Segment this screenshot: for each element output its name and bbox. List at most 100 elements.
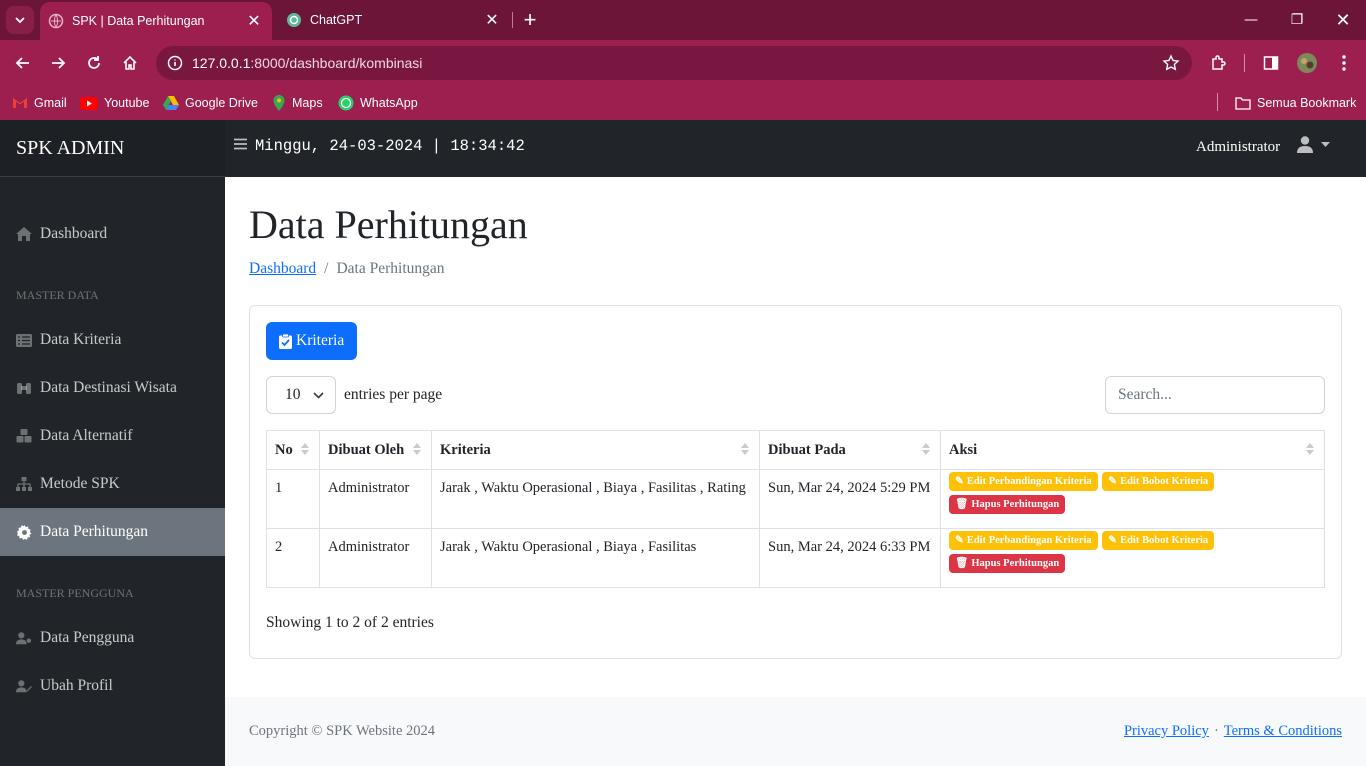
column-header-kriteria[interactable]: Kriteria bbox=[431, 430, 760, 470]
extensions-icon[interactable] bbox=[1203, 48, 1233, 78]
bookmark-label: WhatsApp bbox=[360, 96, 418, 110]
datetime-text: Minggu, 24-03-2024 | 18:34:42 bbox=[255, 137, 525, 155]
brand-logo[interactable]: SPK ADMIN bbox=[0, 120, 225, 177]
google-drive-icon bbox=[163, 96, 179, 110]
site-info-icon[interactable] bbox=[158, 46, 192, 80]
cubes-icon bbox=[16, 429, 32, 443]
sidebar-item-label: Data Kriteria bbox=[40, 331, 122, 348]
edit-icon: ✎ bbox=[1108, 476, 1118, 487]
user-icon bbox=[1297, 136, 1313, 153]
side-panel-icon[interactable] bbox=[1256, 48, 1286, 78]
copyright-text: Copyright © SPK Website 2024 bbox=[249, 723, 436, 739]
tab-spk[interactable]: SPK | Data Perhitungan ✕ bbox=[40, 2, 272, 40]
breadcrumb-separator: / bbox=[324, 260, 329, 277]
edit-bobot-kriteria-button[interactable]: ✎ Edit Bobot Kriteria bbox=[1102, 472, 1215, 491]
table-row: 2 Administrator Jarak , Waktu Operasiona… bbox=[266, 528, 1325, 588]
main-content: Data Perhitungan Dashboard / Data Perhit… bbox=[225, 177, 1366, 697]
hapus-perhitungan-button[interactable]: 🗑 Hapus Perhitungan bbox=[949, 495, 1066, 514]
trash-icon: 🗑 bbox=[955, 499, 969, 510]
back-icon[interactable] bbox=[8, 48, 38, 78]
perhitungan-card: Kriteria 10 entries per page No Dibuat O… bbox=[249, 305, 1342, 659]
bookmark-maps[interactable]: Maps bbox=[272, 92, 323, 114]
sidebar-item-data-perhitungan[interactable]: Data Perhitungan bbox=[0, 508, 225, 556]
caret-down-icon bbox=[1321, 142, 1330, 147]
breadcrumb-dashboard-link[interactable]: Dashboard bbox=[249, 260, 316, 278]
close-tab-icon[interactable]: ✕ bbox=[480, 8, 504, 32]
entries-per-page-value: 10 bbox=[285, 386, 301, 403]
column-header-dibuat-oleh[interactable]: Dibuat Oleh bbox=[319, 430, 432, 470]
entries-per-page-select[interactable]: 10 bbox=[266, 376, 336, 414]
column-header-no[interactable]: No bbox=[266, 430, 320, 470]
sidebar-heading-master-data: MASTER DATA bbox=[16, 288, 99, 302]
sidebar-item-data-kriteria[interactable]: Data Kriteria bbox=[0, 316, 225, 364]
address-bar[interactable]: 127.0.0.1:8000/dashboard/kombinasi bbox=[156, 46, 1192, 80]
table-header-row: No Dibuat Oleh Kriteria Dibuat Pada Aksi bbox=[266, 430, 1325, 470]
terms-conditions-link[interactable]: Terms & Conditions bbox=[1224, 723, 1342, 740]
bookmark-youtube[interactable]: Youtube bbox=[80, 92, 149, 114]
sidebar-toggle-icon[interactable] bbox=[234, 137, 247, 155]
whatsapp-icon bbox=[338, 95, 354, 111]
close-window-icon[interactable]: ✕ bbox=[1320, 0, 1366, 40]
folder-icon bbox=[1235, 96, 1251, 110]
edit-perbandingan-kriteria-button[interactable]: ✎ Edit Perbandingan Kriteria bbox=[949, 531, 1098, 550]
cell-aksi: ✎ Edit Perbandingan Kriteria ✎ Edit Bobot … bbox=[940, 528, 1325, 588]
forward-icon[interactable] bbox=[43, 48, 73, 78]
bookmarks-bar: Gmail Youtube Google Drive Maps WhatsApp… bbox=[0, 86, 1366, 120]
new-tab-icon[interactable]: + bbox=[518, 7, 542, 32]
bookmark-label: Youtube bbox=[104, 96, 150, 110]
binoculars-icon bbox=[16, 381, 32, 395]
sidebar-item-label: Data Alternatif bbox=[40, 427, 133, 444]
privacy-policy-link[interactable]: Privacy Policy bbox=[1124, 723, 1209, 740]
minimize-icon[interactable]: — bbox=[1228, 0, 1274, 40]
search-input[interactable] bbox=[1105, 376, 1325, 414]
edit-icon: ✎ bbox=[1108, 535, 1118, 546]
bookmark-whatsapp[interactable]: WhatsApp bbox=[338, 92, 418, 114]
restore-icon[interactable]: ❐ bbox=[1274, 0, 1320, 40]
cell-dibuat-pada: Sun, Mar 24, 2024 5:29 PM bbox=[759, 469, 941, 529]
sidebar-heading-master-pengguna: MASTER PENGGUNA bbox=[16, 586, 134, 600]
sidebar-item-data-alternatif[interactable]: Data Alternatif bbox=[0, 412, 225, 460]
edit-perbandingan-kriteria-button[interactable]: ✎ Edit Perbandingan Kriteria bbox=[949, 472, 1098, 491]
all-bookmarks-button[interactable]: Semua Bookmark bbox=[1235, 92, 1356, 114]
footer-links: Privacy Policy · Terms & Conditions bbox=[1124, 723, 1342, 740]
edit-bobot-kriteria-button[interactable]: ✎ Edit Bobot Kriteria bbox=[1102, 531, 1215, 550]
kriteria-button[interactable]: Kriteria bbox=[266, 322, 358, 360]
reload-icon[interactable] bbox=[79, 48, 109, 78]
chatgpt-favicon-icon bbox=[286, 12, 302, 28]
profile-avatar[interactable] bbox=[1292, 48, 1322, 78]
toolbar-divider bbox=[1244, 54, 1245, 72]
hapus-perhitungan-button[interactable]: 🗑 Hapus Perhitungan bbox=[949, 554, 1066, 573]
sidebar-item-data-pengguna[interactable]: Data Pengguna bbox=[0, 614, 225, 662]
trash-icon: 🗑 bbox=[955, 558, 969, 569]
bookmark-star-icon[interactable] bbox=[1162, 54, 1180, 77]
chevron-down-icon bbox=[312, 391, 324, 399]
browser-menu-icon[interactable] bbox=[1329, 48, 1359, 78]
sidebar-item-ubah-profil[interactable]: Ubah Profil bbox=[0, 662, 225, 710]
close-tab-icon[interactable]: ✕ bbox=[242, 9, 266, 33]
url-text: 127.0.0.1:8000/dashboard/kombinasi bbox=[192, 55, 423, 71]
bookmark-google-drive[interactable]: Google Drive bbox=[163, 92, 258, 114]
bookmark-gmail[interactable]: Gmail bbox=[12, 92, 67, 114]
user-menu-dropdown[interactable] bbox=[1297, 136, 1330, 153]
youtube-icon bbox=[80, 96, 98, 110]
sort-icon bbox=[301, 443, 309, 455]
tab-chatgpt[interactable]: ChatGPT ✕ bbox=[278, 0, 510, 40]
breadcrumb: Dashboard / Data Perhitungan bbox=[249, 260, 445, 278]
sort-icon bbox=[1306, 443, 1314, 455]
edit-icon: ✎ bbox=[955, 535, 964, 546]
bookmarks-divider bbox=[1217, 93, 1218, 111]
sort-icon bbox=[741, 443, 749, 455]
cell-dibuat-oleh: Administrator bbox=[319, 528, 432, 588]
column-header-dibuat-pada[interactable]: Dibuat Pada bbox=[759, 430, 941, 470]
sidebar-item-data-destinasi-wisata[interactable]: Data Destinasi Wisata bbox=[0, 364, 225, 412]
sidebar-item-metode-spk[interactable]: Metode SPK bbox=[0, 460, 225, 508]
edit-icon: ✎ bbox=[955, 476, 964, 487]
cell-no: 1 bbox=[266, 469, 320, 529]
sidebar-item-label: Data Perhitungan bbox=[40, 523, 149, 540]
home-icon[interactable] bbox=[115, 48, 145, 78]
bookmark-label: Google Drive bbox=[185, 96, 258, 110]
tab-search-button[interactable] bbox=[6, 6, 34, 34]
sidebar-item-label: Ubah Profil bbox=[40, 677, 113, 694]
column-header-aksi[interactable]: Aksi bbox=[940, 430, 1325, 470]
sidebar-item-dashboard[interactable]: Dashboard bbox=[0, 210, 225, 258]
